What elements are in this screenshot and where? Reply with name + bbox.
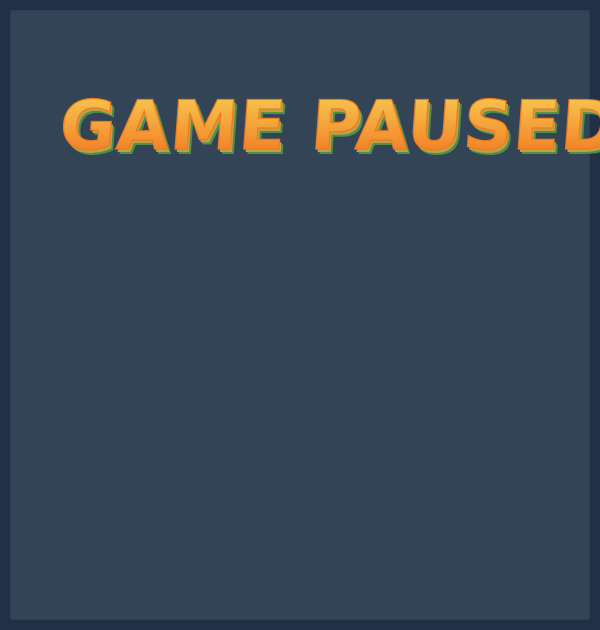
pause-overlay-panel: GAME PAUSED GAME PAUSED GAME PAUSED xyxy=(10,10,600,620)
game-frame: GAME PAUSED GAME PAUSED GAME PAUSED xyxy=(0,0,600,630)
game-paused-title-text: GAME PAUSED xyxy=(57,87,600,166)
game-paused-title: GAME PAUSED GAME PAUSED GAME PAUSED xyxy=(57,86,600,171)
